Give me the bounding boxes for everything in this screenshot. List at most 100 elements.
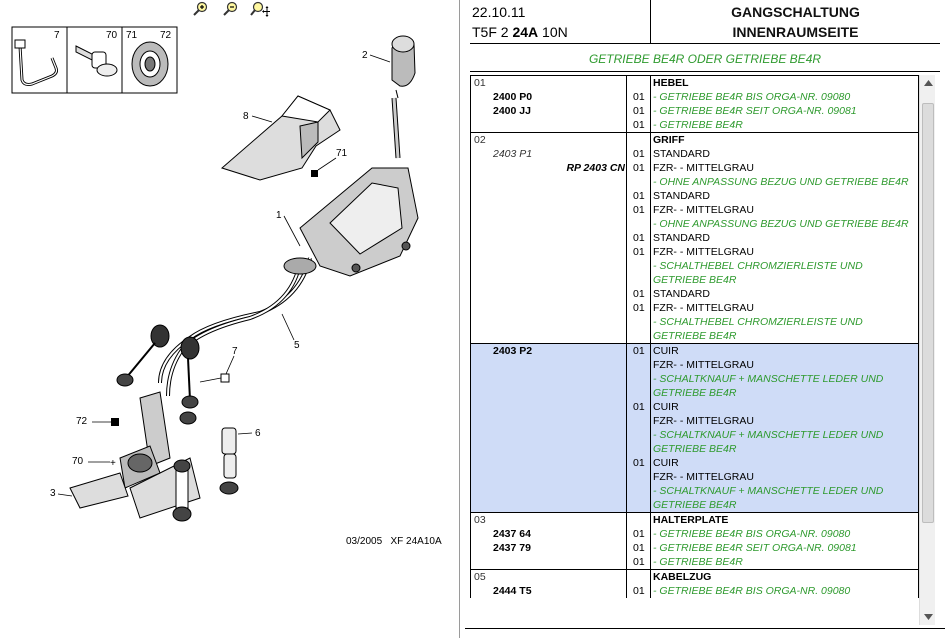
chevron-down-icon xyxy=(923,614,933,620)
parts-group[interactable]: 02 GRIFF 2403 P1 01 STANDARD RP 2403 CN 01 FZR-… xyxy=(470,132,919,343)
row-quantity: 01 xyxy=(633,119,645,131)
scrollbar-thumb[interactable] xyxy=(922,103,934,523)
table-row[interactable]: 01 - GETRIEBE BE4R xyxy=(471,118,918,132)
table-row[interactable]: GETRIEBE BE4R xyxy=(471,386,918,400)
parts-group[interactable]: 01 HEBEL 2400 P0 01 - GETRIEBE BE4R BIS ORGA… xyxy=(470,75,919,132)
row-description: FZR- - MITTELGRAU xyxy=(653,359,754,371)
row-group-number: 02 xyxy=(474,134,486,146)
table-row[interactable]: 2400 P0 01 - GETRIEBE BE4R BIS ORGA-NR. 09… xyxy=(471,90,918,104)
row-group-number: 01 xyxy=(474,77,486,89)
row-description: CUIR xyxy=(653,457,679,469)
row-quantity: 01 xyxy=(633,457,645,469)
table-row[interactable]: 2403 P2 01 CUIR xyxy=(471,344,918,358)
zoom-out-button[interactable] xyxy=(220,1,240,17)
scroll-up-button[interactable] xyxy=(920,75,936,91)
table-row[interactable]: 01 FZR- - MITTELGRAU xyxy=(471,203,918,217)
row-description: - SCHALTKNAUF + MANSCHETTE LEDER UND xyxy=(653,485,884,497)
row-description: STANDARD xyxy=(653,232,710,244)
row-description: - OHNE ANPASSUNG BEZUG UND GETRIEBE BE4R xyxy=(653,176,909,188)
parts-table: 01 HEBEL 2400 P0 01 - GETRIEBE BE4R BIS ORGA… xyxy=(470,75,919,625)
table-row[interactable]: 2403 P1 01 STANDARD xyxy=(471,147,918,161)
parts-group[interactable]: 03 HALTERPLATE 2437 64 01 - GETRIEBE BE4R BI… xyxy=(470,512,919,569)
table-row[interactable]: RP 2403 CN 01 FZR- - MITTELGRAU xyxy=(471,161,918,175)
table-row[interactable]: - OHNE ANPASSUNG BEZUG UND GETRIEBE BE4R xyxy=(471,175,918,189)
table-row[interactable]: 01 STANDARD xyxy=(471,189,918,203)
row-rp-reference: RP 2403 CN xyxy=(566,162,625,174)
parts-group[interactable]: 05 KABELZUG 2444 T5 01 - GETRIEBE BE4R BIS O… xyxy=(470,569,919,598)
table-row[interactable]: 03 HALTERPLATE xyxy=(471,513,918,527)
table-row[interactable]: 02 GRIFF xyxy=(471,133,918,147)
table-row[interactable]: GETRIEBE BE4R xyxy=(471,442,918,456)
parts-header: 22.10.11 T5F 2 24A 10N GANGSCHALTUNG INN… xyxy=(470,0,940,44)
row-quantity: 01 xyxy=(633,345,645,357)
callout-2: 2 xyxy=(362,50,368,61)
table-row[interactable]: 01 FZR- - MITTELGRAU xyxy=(471,245,918,259)
table-row[interactable]: 2444 T5 01 - GETRIEBE BE4R BIS ORGA-NR. 09… xyxy=(471,584,918,598)
table-row[interactable]: - SCHALTKNAUF + MANSCHETTE LEDER UND xyxy=(471,428,918,442)
row-quantity: 01 xyxy=(633,148,645,160)
table-row[interactable]: FZR- - MITTELGRAU xyxy=(471,414,918,428)
row-description: - SCHALTHEBEL CHROMZIERLEISTE UND xyxy=(653,260,863,272)
zoom-pan-icon xyxy=(250,1,270,17)
part-72-marker xyxy=(111,418,119,426)
parts-group[interactable]: 2403 P2 01 CUIR FZR- - MITTELGRAU - SCHALTKN… xyxy=(470,343,919,512)
table-row[interactable]: GETRIEBE BE4R xyxy=(471,498,918,512)
zoom-toolbar xyxy=(190,1,270,19)
row-quantity: 01 xyxy=(633,556,645,568)
table-row[interactable]: 2400 JJ 01 - GETRIEBE BE4R SEIT ORGA-NR. 0… xyxy=(471,104,918,118)
table-row[interactable]: 01 HEBEL xyxy=(471,76,918,90)
table-row[interactable]: 01 - GETRIEBE BE4R xyxy=(471,555,918,569)
callout-72-inset: 72 xyxy=(160,30,172,41)
row-quantity: 01 xyxy=(633,91,645,103)
table-row[interactable]: - SCHALTHEBEL CHROMZIERLEISTE UND xyxy=(471,315,918,329)
row-description: FZR- - MITTELGRAU xyxy=(653,162,754,174)
row-description: - SCHALTHEBEL CHROMZIERLEISTE UND xyxy=(653,316,863,328)
scroll-down-button[interactable] xyxy=(920,609,936,625)
row-description: FZR- - MITTELGRAU xyxy=(653,246,754,258)
header-info: 22.10.11 T5F 2 24A 10N xyxy=(472,2,648,42)
table-row[interactable]: - SCHALTHEBEL CHROMZIERLEISTE UND xyxy=(471,259,918,273)
row-description: FZR- - MITTELGRAU xyxy=(653,471,754,483)
table-row[interactable]: 01 STANDARD xyxy=(471,231,918,245)
table-row[interactable]: - SCHALTKNAUF + MANSCHETTE LEDER UND xyxy=(471,484,918,498)
header-date: 22.10.11 xyxy=(472,4,526,20)
table-row[interactable]: - SCHALTKNAUF + MANSCHETTE LEDER UND xyxy=(471,372,918,386)
row-quantity: 01 xyxy=(633,162,645,174)
part-7-marker xyxy=(220,373,230,383)
zoom-in-button[interactable] xyxy=(190,1,210,17)
row-description: CUIR xyxy=(653,345,679,357)
row-part-reference: 2437 79 xyxy=(493,542,531,554)
table-row[interactable]: - OHNE ANPASSUNG BEZUG UND GETRIEBE BE4R xyxy=(471,217,918,231)
callout-1: 1 xyxy=(276,210,282,221)
chevron-up-icon xyxy=(923,80,933,86)
row-description: FZR- - MITTELGRAU xyxy=(653,302,754,314)
callout-5: 5 xyxy=(294,340,300,351)
table-row[interactable]: 01 CUIR xyxy=(471,400,918,414)
row-group-number: 03 xyxy=(474,514,486,526)
table-row[interactable]: 01 CUIR xyxy=(471,456,918,470)
table-row[interactable]: FZR- - MITTELGRAU xyxy=(471,470,918,484)
row-quantity: 01 xyxy=(633,232,645,244)
callout-7-inset: 7 xyxy=(54,30,60,41)
inset-parts-box xyxy=(11,26,178,94)
row-quantity: 01 xyxy=(633,528,645,540)
zoom-pan-button[interactable] xyxy=(250,1,270,17)
table-row[interactable]: GETRIEBE BE4R xyxy=(471,273,918,287)
table-row[interactable]: GETRIEBE BE4R xyxy=(471,329,918,343)
callout-70: 70 xyxy=(72,456,84,467)
diagram-panel: 7 70 71 72 2 8 71 1 5 7 72 6 70 + 3 03/2… xyxy=(0,0,460,638)
table-row[interactable]: 01 FZR- - MITTELGRAU xyxy=(471,301,918,315)
row-description: - GETRIEBE BE4R SEIT ORGA-NR. 09081 xyxy=(653,105,857,117)
table-row[interactable]: 05 KABELZUG xyxy=(471,570,918,584)
table-row[interactable]: 01 STANDARD xyxy=(471,287,918,301)
callout-72: 72 xyxy=(76,416,88,427)
callout-3: 3 xyxy=(50,488,56,499)
row-description: GETRIEBE BE4R xyxy=(653,443,737,455)
vertical-scrollbar[interactable] xyxy=(919,75,935,625)
table-row[interactable]: 2437 79 01 - GETRIEBE BE4R SEIT ORGA-NR. 0… xyxy=(471,541,918,555)
header-code: T5F 2 24A 10N xyxy=(472,24,568,40)
diagram-caption: 03/2005 XF 24A10A xyxy=(346,536,442,547)
table-row[interactable]: FZR- - MITTELGRAU xyxy=(471,358,918,372)
row-part-reference: 2403 P2 xyxy=(493,345,533,357)
table-row[interactable]: 2437 64 01 - GETRIEBE BE4R BIS ORGA-NR. 09… xyxy=(471,527,918,541)
